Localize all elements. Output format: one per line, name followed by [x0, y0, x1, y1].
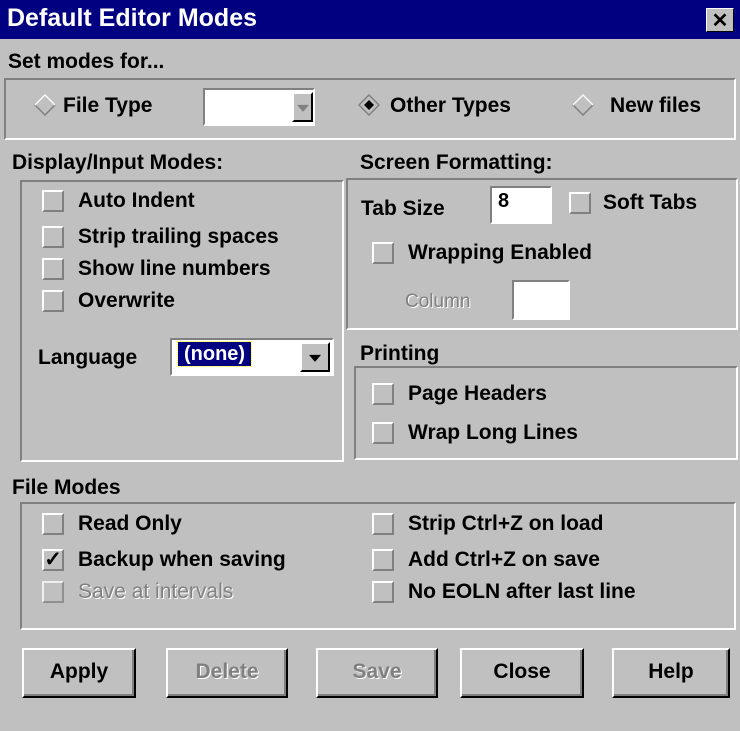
other-types-label: Other Types: [390, 94, 511, 117]
delete-button[interactable]: Delete: [166, 648, 288, 698]
soft-tabs-label: Soft Tabs: [603, 191, 698, 214]
file-modes-label: File Modes: [12, 476, 121, 499]
save-at-intervals-label: Save at intervals: [78, 580, 234, 603]
other-types-radio[interactable]: [358, 94, 380, 116]
read-only-label: Read Only: [78, 512, 182, 535]
set-modes-label: Set modes for...: [8, 50, 165, 73]
display-input-label: Display/Input Modes:: [12, 151, 224, 174]
tab-size-value: 8: [498, 190, 510, 212]
file-type-dropdown-arrow[interactable]: [292, 92, 313, 122]
window-title: Default Editor Modes: [7, 4, 258, 32]
wrap-long-lines-label: Wrap Long Lines: [408, 421, 578, 444]
strip-trailing-spaces-label: Strip trailing spaces: [78, 225, 279, 248]
auto-indent-checkbox[interactable]: [42, 190, 64, 212]
new-files-label: New files: [610, 94, 702, 117]
no-eoln-checkbox[interactable]: [372, 581, 394, 603]
language-dropdown-arrow[interactable]: [300, 342, 330, 372]
help-button[interactable]: Help: [612, 648, 730, 698]
overwrite-checkbox[interactable]: [42, 290, 64, 312]
new-files-radio[interactable]: [572, 94, 594, 116]
wrapping-enabled-label: Wrapping Enabled: [408, 241, 592, 264]
read-only-checkbox[interactable]: [42, 513, 64, 535]
printing-label: Printing: [360, 342, 440, 365]
strip-ctrlz-on-load-label: Strip Ctrl+Z on load: [408, 512, 604, 535]
wrapping-enabled-checkbox[interactable]: [372, 242, 394, 264]
page-headers-label: Page Headers: [408, 382, 547, 405]
save-at-intervals-checkbox[interactable]: [42, 581, 64, 603]
close-button[interactable]: Close: [460, 648, 584, 698]
soft-tabs-checkbox[interactable]: [569, 192, 591, 214]
default-editor-modes-dialog: Default Editor Modes ✕ Set modes for... …: [0, 0, 740, 731]
auto-indent-label: Auto Indent: [78, 189, 195, 212]
tab-size-input[interactable]: 8: [490, 186, 552, 224]
column-input[interactable]: [512, 280, 570, 320]
add-ctrlz-on-save-label: Add Ctrl+Z on save: [408, 548, 600, 571]
close-window-button[interactable]: ✕: [706, 8, 734, 32]
show-line-numbers-checkbox[interactable]: [42, 258, 64, 280]
file-type-label: File Type: [63, 94, 153, 117]
add-ctrlz-on-save-checkbox[interactable]: [372, 549, 394, 571]
screen-formatting-label: Screen Formatting:: [360, 151, 553, 174]
title-bar: Default Editor Modes ✕: [0, 0, 740, 39]
backup-checkmark-icon: ✓: [44, 548, 62, 571]
column-label: Column: [405, 291, 471, 312]
apply-button[interactable]: Apply: [22, 648, 136, 698]
no-eoln-label: No EOLN after last line: [408, 580, 636, 603]
save-button[interactable]: Save: [316, 648, 438, 698]
strip-ctrlz-on-load-checkbox[interactable]: [372, 513, 394, 535]
show-line-numbers-label: Show line numbers: [78, 257, 271, 280]
backup-when-saving-checkbox[interactable]: ✓: [42, 549, 64, 571]
language-value: (none): [176, 341, 253, 367]
backup-when-saving-label: Backup when saving: [78, 548, 286, 571]
wrap-long-lines-checkbox[interactable]: [372, 422, 394, 444]
page-headers-checkbox[interactable]: [372, 383, 394, 405]
overwrite-label: Overwrite: [78, 289, 175, 312]
display-input-group: [20, 180, 344, 462]
language-label: Language: [38, 346, 138, 369]
strip-trailing-spaces-checkbox[interactable]: [42, 226, 64, 248]
printing-group: [354, 366, 738, 460]
tab-size-label: Tab Size: [361, 197, 445, 220]
file-type-radio[interactable]: [34, 94, 56, 116]
